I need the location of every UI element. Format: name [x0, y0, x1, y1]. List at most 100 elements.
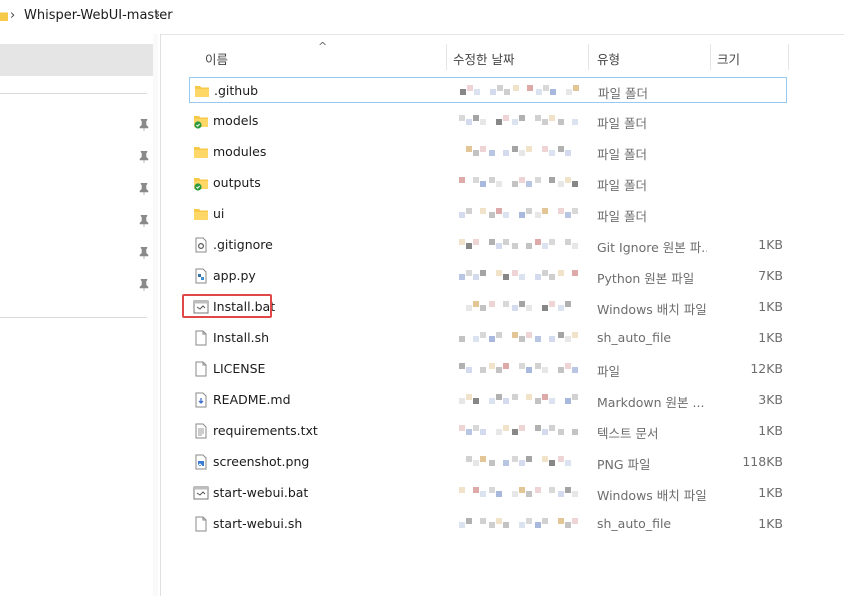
file-type: Windows 배치 파일 — [597, 302, 707, 317]
column-divider[interactable] — [588, 44, 589, 70]
file-name[interactable]: outputs — [213, 175, 261, 190]
pane-splitter[interactable] — [160, 34, 161, 596]
file-row[interactable]: LICENSE 파일 12KB — [189, 356, 787, 382]
date-modified-redacted — [459, 145, 579, 159]
date-modified-redacted — [459, 269, 579, 283]
blank-file-icon — [193, 361, 209, 377]
column-divider[interactable] — [710, 44, 711, 70]
file-name[interactable]: app.py — [213, 268, 256, 283]
file-type: Git Ignore 원본 파... — [597, 240, 707, 255]
file-type: sh_auto_file — [597, 330, 672, 345]
folder-synced-icon — [193, 113, 209, 129]
pin-icon[interactable] — [139, 247, 149, 259]
gear-file-icon — [193, 237, 209, 253]
date-modified-redacted — [459, 517, 579, 531]
markdown-file-icon — [193, 392, 209, 408]
file-row[interactable]: .gitignore Git Ignore 원본 파... 1KB — [189, 232, 787, 258]
file-size: 1KB — [758, 516, 783, 531]
file-size: 1KB — [758, 299, 783, 314]
date-modified-redacted — [459, 300, 579, 314]
file-size: 1KB — [758, 237, 783, 252]
file-type: Markdown 원본 ... — [597, 395, 705, 410]
file-type: 파일 폴더 — [598, 86, 648, 101]
date-modified-redacted — [459, 207, 579, 221]
address-bar[interactable]: › Whisper-WebUI-master › — [0, 0, 844, 35]
pin-icon[interactable] — [139, 119, 149, 131]
file-row[interactable]: .github 파일 폴더 — [189, 77, 787, 103]
file-name[interactable]: .gitignore — [213, 237, 273, 252]
column-size[interactable]: 크기 — [717, 49, 740, 68]
folder-icon — [194, 83, 210, 99]
column-header: ^ 이름 수정한 날짜 유형 크기 — [188, 40, 789, 70]
file-name[interactable]: modules — [213, 144, 266, 159]
file-type: 텍스트 문서 — [597, 426, 659, 441]
date-modified-redacted — [459, 455, 579, 469]
file-name[interactable]: Install.sh — [213, 330, 269, 345]
date-modified-redacted — [459, 238, 579, 252]
date-modified-redacted — [459, 393, 579, 407]
file-row[interactable]: ui 파일 폴더 — [189, 201, 787, 227]
image-file-icon — [193, 454, 209, 470]
file-type: 파일 폴더 — [597, 147, 647, 162]
file-row[interactable]: requirements.txt 텍스트 문서 1KB — [189, 418, 787, 444]
file-type: 파일 — [597, 364, 621, 379]
file-row[interactable]: screenshot.png PNG 파일 118KB — [189, 449, 787, 475]
nav-divider — [0, 317, 147, 318]
file-size: 118KB — [742, 454, 783, 469]
pin-icon[interactable] — [139, 151, 149, 163]
file-name[interactable]: ui — [213, 206, 224, 221]
blank-file-icon — [193, 516, 209, 532]
column-date[interactable]: 수정한 날짜 — [453, 49, 514, 68]
file-name[interactable]: LICENSE — [213, 361, 265, 376]
nav-scrollbar[interactable] — [153, 34, 158, 596]
file-row[interactable]: models 파일 폴더 — [189, 108, 787, 134]
sort-ascending-icon: ^ — [318, 40, 328, 53]
column-divider[interactable] — [446, 44, 447, 70]
file-row[interactable]: start-webui.sh sh_auto_file 1KB — [189, 511, 787, 537]
file-size: 12KB — [750, 361, 783, 376]
file-type: 파일 폴더 — [597, 178, 647, 193]
file-size: 1KB — [758, 485, 783, 500]
date-modified-redacted — [459, 362, 579, 376]
file-name[interactable]: screenshot.png — [213, 454, 309, 469]
file-type: 파일 폴더 — [597, 116, 647, 131]
pin-icon[interactable] — [139, 215, 149, 227]
breadcrumb-current[interactable]: Whisper-WebUI-master — [24, 8, 173, 23]
breadcrumb-chevron[interactable]: › — [155, 8, 160, 23]
file-type: Windows 배치 파일 — [597, 488, 707, 503]
pin-icon[interactable] — [139, 183, 149, 195]
file-row[interactable]: outputs 파일 폴더 — [189, 170, 787, 196]
column-name[interactable]: 이름 — [205, 49, 228, 68]
date-modified-redacted — [459, 424, 579, 438]
column-divider[interactable] — [788, 44, 789, 70]
file-name[interactable]: README.md — [213, 392, 291, 407]
pin-icon[interactable] — [139, 279, 149, 291]
file-row[interactable]: app.py Python 원본 파일 7KB — [189, 263, 787, 289]
file-size: 3KB — [758, 392, 783, 407]
nav-selected-item[interactable] — [0, 44, 153, 76]
file-row[interactable]: README.md Markdown 원본 ... 3KB — [189, 387, 787, 413]
date-modified-redacted — [459, 114, 579, 128]
file-row[interactable]: start-webui.bat Windows 배치 파일 1KB — [189, 480, 787, 506]
file-name[interactable]: start-webui.sh — [213, 516, 302, 531]
date-modified-redacted — [460, 84, 580, 98]
breadcrumb-separator: › — [10, 8, 16, 23]
file-name[interactable]: models — [213, 113, 258, 128]
file-type: PNG 파일 — [597, 457, 651, 472]
folder-icon — [193, 144, 209, 160]
nav-divider — [0, 93, 147, 94]
blank-file-icon — [193, 330, 209, 346]
file-name[interactable]: start-webui.bat — [213, 485, 308, 500]
column-type[interactable]: 유형 — [597, 49, 620, 68]
file-row[interactable]: modules 파일 폴더 — [189, 139, 787, 165]
file-size: 1KB — [758, 423, 783, 438]
file-row[interactable]: Install.bat Windows 배치 파일 1KB — [189, 294, 787, 320]
navigation-pane — [0, 34, 160, 596]
batch-file-icon — [193, 485, 209, 501]
text-file-icon — [193, 423, 209, 439]
file-size: 1KB — [758, 330, 783, 345]
file-name[interactable]: .github — [214, 83, 258, 98]
file-row[interactable]: Install.sh sh_auto_file 1KB — [189, 325, 787, 351]
folder-icon — [193, 206, 209, 222]
file-name[interactable]: requirements.txt — [213, 423, 318, 438]
